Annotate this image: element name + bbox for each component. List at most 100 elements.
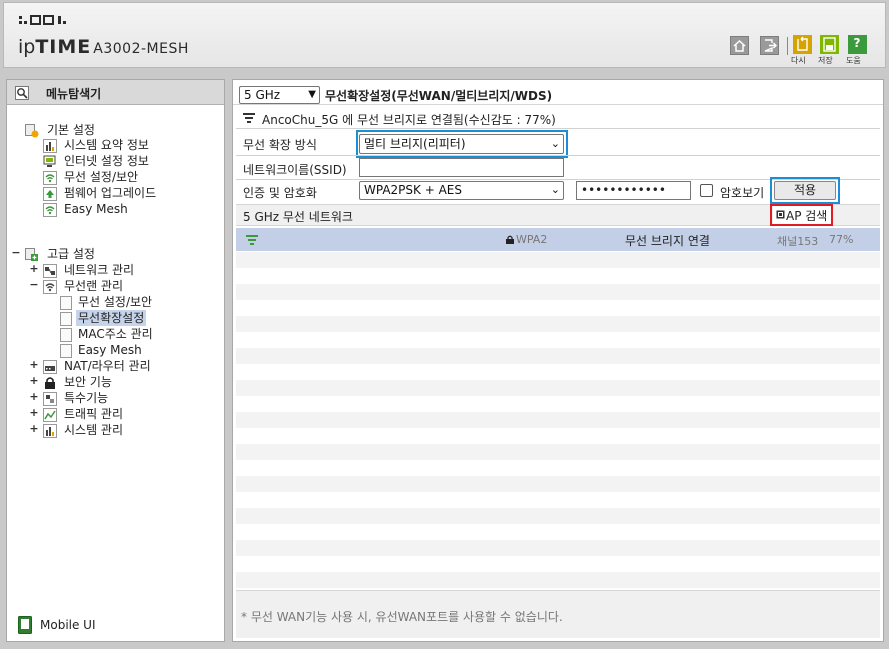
firmware-upgrade-icon	[43, 187, 57, 201]
empty-list-row	[236, 556, 880, 572]
wireless-collapse-toggle[interactable]: −	[29, 278, 39, 291]
band-select[interactable]: 5 GHz ▼	[239, 86, 320, 104]
home-icon[interactable]	[730, 36, 749, 55]
sidebar-basic-settings[interactable]: 기본 설정	[47, 122, 95, 138]
sidebar-item-wireless-extension[interactable]: 무선확장설정	[76, 310, 147, 326]
show-password-label: 암호보기	[720, 186, 765, 200]
sidebar-item-network-management[interactable]: 네트워크 관리	[64, 262, 134, 278]
mobile-ui-link[interactable]: Mobile UI	[40, 617, 96, 633]
nat-expand-toggle[interactable]: +	[29, 358, 39, 371]
apply-button-highlight	[770, 177, 840, 204]
logo-mark	[19, 14, 73, 28]
sidebar-item-firmware-upgrade[interactable]: 펌웨어 업그레이드	[64, 185, 156, 201]
sidebar-item-mac-management[interactable]: MAC주소 관리	[78, 326, 153, 342]
empty-list-row	[236, 540, 880, 556]
footnote: * 무선 WAN기능 사용 시, 유선WAN포트를 사용할 수 없습니다.	[241, 610, 563, 624]
show-password-checkbox[interactable]	[700, 184, 713, 197]
empty-list-row	[236, 492, 880, 508]
network-expand-toggle[interactable]: +	[29, 262, 39, 275]
empty-list-row	[236, 572, 880, 588]
lock-icon	[506, 235, 514, 244]
easy-mesh-icon	[43, 203, 57, 217]
save-button[interactable]: 저장	[818, 35, 840, 65]
sidebar-item-nat-router[interactable]: NAT/라우터 관리	[64, 358, 151, 374]
sidebar-item-easy-mesh[interactable]: Easy Mesh	[64, 201, 128, 217]
sidebar-item-system-management[interactable]: 시스템 관리	[64, 422, 123, 438]
page-icon	[60, 312, 72, 326]
menu-search-icon	[15, 86, 29, 100]
traffic-chart-icon	[43, 408, 57, 422]
sidebar: 메뉴탐색기 기본 설정 시스템 요약 정보 인터넷 설정 정보 무선 설정/보안…	[6, 79, 225, 642]
empty-list-row	[236, 364, 880, 380]
empty-list-row	[236, 268, 880, 284]
signal-icon	[243, 113, 255, 123]
system-summary-icon	[43, 139, 57, 153]
auth-label: 인증 및 암호화	[243, 186, 317, 200]
page-title: 무선확장설정(무선WAN/멀티브리지/WDS)	[325, 89, 553, 103]
sidebar-item-traffic[interactable]: 트래픽 관리	[64, 406, 123, 422]
sidebar-item-wireless-lan[interactable]: 무선랜 관리	[64, 278, 123, 294]
empty-list-row	[236, 380, 880, 396]
save-label: 저장	[818, 56, 833, 65]
password-input[interactable]: ••••••••••••	[576, 181, 691, 200]
help-label: 도움	[846, 56, 861, 65]
wireless-security-icon	[43, 171, 57, 185]
traffic-expand-toggle[interactable]: +	[29, 406, 39, 419]
folder-settings-icon	[25, 124, 39, 138]
ssid-input[interactable]	[359, 158, 564, 177]
refresh-label: 다시	[791, 56, 806, 65]
logout-icon[interactable]	[760, 36, 779, 55]
empty-list-row	[236, 444, 880, 460]
nat-router-icon	[43, 360, 57, 374]
page-icon	[60, 296, 72, 310]
sidebar-item-wireless-easy-mesh[interactable]: Easy Mesh	[78, 342, 142, 358]
ap-list-row[interactable]: WPA2 무선 브리지 연결 채널153 77%	[236, 228, 880, 251]
empty-list-row	[236, 524, 880, 540]
header-divider	[787, 37, 788, 55]
auth-select[interactable]: WPA2PSK + AES ⌄	[359, 181, 564, 200]
empty-list-row	[236, 284, 880, 300]
chevron-down-icon: ▼	[308, 89, 316, 100]
refresh-button[interactable]: 다시	[791, 35, 813, 65]
internet-info-icon	[43, 155, 56, 167]
empty-list-row	[236, 396, 880, 412]
special-function-icon	[43, 392, 57, 406]
header-bar: ipTIME A3002-MESH 다시 저장 ? 도움	[3, 2, 886, 68]
network-section-title: 5 GHz 무선 네트워크	[243, 210, 353, 224]
sidebar-item-wireless-setup[interactable]: 무선 설정/보안	[78, 294, 152, 310]
folder-advanced-icon	[25, 248, 38, 261]
mode-label: 무선 확장 방식	[243, 138, 317, 152]
security-expand-toggle[interactable]: +	[29, 374, 39, 387]
special-expand-toggle[interactable]: +	[29, 390, 39, 403]
empty-list-row	[236, 332, 880, 348]
empty-list-row	[236, 316, 880, 332]
sidebar-item-special-functions[interactable]: 특수기능	[64, 390, 108, 406]
sidebar-header: 메뉴탐색기	[7, 80, 224, 105]
system-management-icon	[43, 424, 57, 438]
ssid-label: 네트워크이름(SSID)	[243, 163, 347, 177]
network-management-icon	[43, 264, 57, 278]
brand-logo: ipTIME A3002-MESH	[18, 36, 189, 58]
system-expand-toggle[interactable]: +	[29, 422, 39, 435]
advanced-collapse-toggle[interactable]: −	[11, 246, 21, 259]
ap-signal: 77%	[829, 233, 854, 246]
sidebar-item-system-summary[interactable]: 시스템 요약 정보	[64, 137, 149, 153]
empty-list-row	[236, 460, 880, 476]
mode-select-highlight	[356, 130, 568, 158]
ap-scan-highlight	[770, 204, 833, 226]
refresh-icon	[792, 35, 812, 54]
sidebar-advanced-settings[interactable]: 고급 설정	[47, 246, 95, 262]
empty-list-row	[236, 476, 880, 492]
divider	[236, 128, 880, 129]
help-button[interactable]: ? 도움	[846, 35, 868, 65]
empty-list-row	[236, 508, 880, 524]
ap-security: WPA2	[516, 233, 548, 246]
empty-list-row	[236, 412, 880, 428]
empty-list-row	[236, 348, 880, 364]
sidebar-item-security[interactable]: 보안 기능	[64, 374, 112, 390]
chevron-down-icon: ⌄	[550, 183, 560, 196]
sidebar-item-internet-info[interactable]: 인터넷 설정 정보	[64, 153, 149, 169]
mobile-phone-icon	[18, 616, 32, 634]
sidebar-title: 메뉴탐색기	[46, 87, 102, 101]
sidebar-item-wireless-security[interactable]: 무선 설정/보안	[64, 169, 138, 185]
